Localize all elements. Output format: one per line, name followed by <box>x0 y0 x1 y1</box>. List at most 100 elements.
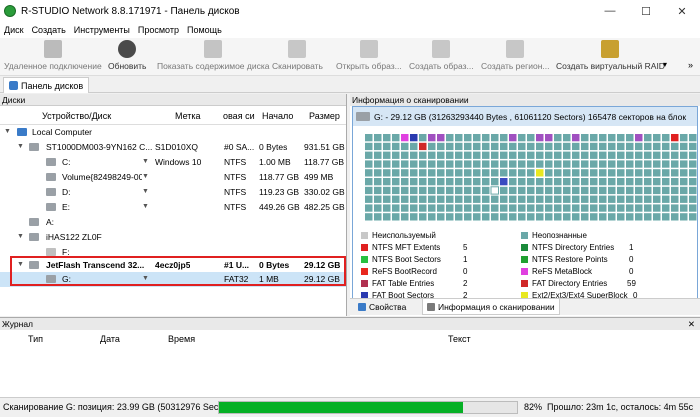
map-block <box>509 134 517 142</box>
map-block <box>482 178 490 186</box>
menu-create[interactable]: Создать <box>28 25 70 35</box>
col-start[interactable]: Начало <box>262 111 293 121</box>
col-type[interactable]: Тип <box>28 334 43 344</box>
minimize-button[interactable]: — <box>592 0 628 22</box>
refresh-button[interactable]: Обновить <box>108 40 147 71</box>
tree-row-local-computer[interactable]: ▼ Local Computer <box>0 125 346 140</box>
map-block <box>437 134 445 142</box>
map-block <box>410 142 418 151</box>
tree-row-partition-e[interactable]: E: ▼ NTFS 449.26 GB 482.25 GB <box>0 200 346 215</box>
map-block <box>500 186 508 195</box>
collapse-arrow-icon[interactable]: ▼ <box>4 128 11 135</box>
map-block <box>590 160 598 168</box>
legend-ntfs-dir: NTFS Directory Entries 1 <box>521 243 633 252</box>
menu-view[interactable]: Просмотр <box>134 25 183 35</box>
collapse-arrow-icon[interactable]: ▼ <box>17 261 24 268</box>
col-fs[interactable]: овая си <box>223 111 255 121</box>
map-block <box>662 195 670 203</box>
show-disk-content-button[interactable]: Показать содержимое диска <box>157 40 269 71</box>
status-text: Сканирование G: позиция: 23.99 GB (50312… <box>3 402 237 412</box>
map-block <box>500 134 508 142</box>
remote-connect-button[interactable]: Удаленное подключение <box>4 40 102 71</box>
dropdown-arrow-icon[interactable]: ▼ <box>142 158 149 165</box>
scan-info-title: G: - 29.12 GB (31263293440 Bytes , 61061… <box>353 107 697 126</box>
toolbar-overflow-button[interactable]: » <box>688 60 693 70</box>
close-button[interactable]: ✕ <box>664 0 700 22</box>
map-block <box>536 195 544 203</box>
map-block <box>554 178 562 186</box>
tab-properties[interactable]: Свойства <box>354 299 410 315</box>
map-block <box>392 134 400 142</box>
tab-disk-panel[interactable]: Панель дисков <box>3 77 90 93</box>
menu-disk[interactable]: Диск <box>0 25 28 35</box>
tree-row-partition-g[interactable]: G: ▼ FAT32 1 MB 29.12 GB <box>0 272 346 287</box>
tab-scan-info[interactable]: Информация о сканировании <box>422 299 560 315</box>
tree-row-partition-c[interactable]: C: ▼ Windows 10 NTFS 1.00 MB 118.77 GB <box>0 155 346 170</box>
menu-tools[interactable]: Инструменты <box>70 25 134 35</box>
open-image-button[interactable]: Открыть образ... <box>336 40 402 71</box>
col-device[interactable]: Устройство/Диск <box>42 111 111 121</box>
map-block <box>617 178 625 186</box>
map-block <box>680 213 688 221</box>
map-block <box>635 169 643 177</box>
col-label[interactable]: Метка <box>175 111 201 121</box>
tree-row-partition-d[interactable]: D: ▼ NTFS 119.23 GB 330.02 GB <box>0 185 346 200</box>
map-block <box>401 178 409 186</box>
menu-help[interactable]: Помощь <box>183 25 226 35</box>
map-block <box>536 134 544 142</box>
map-block <box>617 169 625 177</box>
map-block <box>446 204 454 212</box>
tree-row-usb-disk[interactable]: ▼ JetFlash Transcend 32... 4ecz0jp5 #1 U… <box>0 258 346 273</box>
map-block <box>572 204 580 212</box>
disks-pane: Диски Устройство/Диск Метка овая си Нача… <box>0 94 347 316</box>
map-block <box>644 186 652 195</box>
map-block <box>518 169 526 177</box>
partition-icon <box>46 275 56 283</box>
create-raid-button[interactable]: Создать виртуальный RAID <box>556 40 665 71</box>
open-image-icon <box>359 40 378 58</box>
tree-row-floppy-a[interactable]: A: <box>0 215 346 230</box>
col-text[interactable]: Текст <box>448 334 471 344</box>
map-block <box>671 169 679 177</box>
map-block <box>392 160 400 168</box>
map-block <box>671 213 679 221</box>
map-block <box>428 178 436 186</box>
collapse-arrow-icon[interactable]: ▼ <box>17 233 24 240</box>
map-block <box>599 178 607 186</box>
map-block <box>401 204 409 212</box>
col-size[interactable]: Размер <box>309 111 340 121</box>
map-block <box>536 178 544 186</box>
tree-row-partition-volume[interactable]: Volume{82498249-00... ▼ NTFS 118.77 GB 4… <box>0 170 346 185</box>
map-block <box>572 151 580 159</box>
map-block <box>455 151 463 159</box>
collapse-arrow-icon[interactable]: ▼ <box>17 143 24 150</box>
map-block <box>554 169 562 177</box>
create-image-button[interactable]: Создать образ... <box>409 40 474 71</box>
maximize-button[interactable]: ☐ <box>628 0 664 22</box>
map-block <box>464 186 472 195</box>
raid-dropdown-arrow[interactable]: ▾ <box>663 60 667 69</box>
map-block <box>653 160 661 168</box>
folder-icon <box>204 40 223 58</box>
create-region-button[interactable]: Создать регион... <box>481 40 549 71</box>
map-block <box>680 195 688 203</box>
col-date[interactable]: Дата <box>100 334 120 344</box>
map-block <box>599 186 607 195</box>
col-time[interactable]: Время <box>168 334 195 344</box>
tree-row-optical-drive[interactable]: ▼ iHAS122 ZL0F <box>0 230 346 245</box>
map-block <box>419 151 427 159</box>
dropdown-arrow-icon[interactable]: ▼ <box>142 203 149 210</box>
map-block <box>464 151 472 159</box>
floppy-icon <box>29 218 39 226</box>
scan-button[interactable]: Сканировать <box>272 40 323 71</box>
map-block <box>671 134 679 142</box>
dropdown-arrow-icon[interactable]: ▼ <box>142 275 149 282</box>
map-block <box>428 151 436 159</box>
dropdown-arrow-icon[interactable]: ▼ <box>142 173 149 180</box>
map-block <box>500 213 508 221</box>
journal-close-button[interactable]: ✕ <box>688 318 695 330</box>
tree-row-disk[interactable]: ▼ ST1000DM003-9YN162 C... S1D010XQ #0 SA… <box>0 140 346 155</box>
map-block <box>365 169 373 177</box>
map-block <box>410 186 418 195</box>
dropdown-arrow-icon[interactable]: ▼ <box>142 188 149 195</box>
